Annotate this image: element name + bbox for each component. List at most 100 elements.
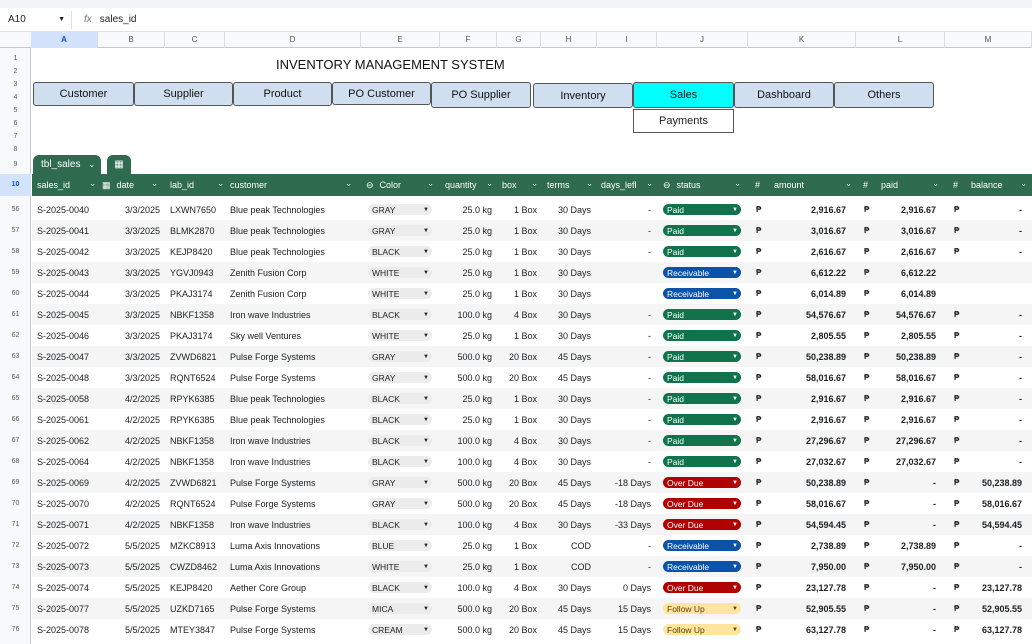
color-cell[interactable]: CREAM ▼ xyxy=(368,619,438,640)
status-cell[interactable]: Paid ▼ xyxy=(663,199,743,220)
customer-cell[interactable]: Luma Axis Innovations xyxy=(230,535,360,556)
paid-cell[interactable]: 6,612.22 xyxy=(880,262,936,283)
balance-cell[interactable]: 54,594.45 xyxy=(970,514,1022,535)
days-left-cell[interactable]: - xyxy=(600,556,651,577)
sales-id-cell[interactable]: S-2025-0042 xyxy=(37,241,100,262)
days-left-cell[interactable]: 15 Days xyxy=(600,619,651,640)
header-lab-id[interactable]: lab_id ⌄ xyxy=(170,174,228,196)
terms-cell[interactable]: 30 Days xyxy=(546,199,591,220)
status-cell[interactable]: Receivable ▼ xyxy=(663,283,743,304)
row-number[interactable]: 74 xyxy=(0,577,31,598)
box-cell[interactable]: 4 Box xyxy=(500,451,537,472)
amount-cell[interactable]: 6,014.89 xyxy=(774,283,846,304)
days-left-cell[interactable]: 15 Days xyxy=(600,598,651,619)
color-cell[interactable]: GRAY ▼ xyxy=(368,199,438,220)
customer-cell[interactable]: Pulse Forge Systems xyxy=(230,598,360,619)
days-left-cell[interactable]: - xyxy=(600,325,651,346)
quantity-cell[interactable]: 25.0 kg xyxy=(440,262,492,283)
amount-cell[interactable]: 2,916.67 xyxy=(774,388,846,409)
days-left-cell[interactable]: - xyxy=(600,241,651,262)
days-left-cell[interactable]: - xyxy=(600,199,651,220)
row-number[interactable]: 66 xyxy=(0,409,31,430)
box-cell[interactable]: 20 Box xyxy=(500,619,537,640)
box-cell[interactable]: 1 Box xyxy=(500,556,537,577)
terms-cell[interactable]: 45 Days xyxy=(546,472,591,493)
paid-cell[interactable]: - xyxy=(880,514,936,535)
paid-cell[interactable]: 2,616.67 xyxy=(880,241,936,262)
date-cell[interactable]: 4/2/2025 xyxy=(102,514,160,535)
customer-cell[interactable]: Blue peak Technologies xyxy=(230,220,360,241)
balance-cell[interactable]: - xyxy=(970,451,1022,472)
row-number[interactable]: 61 xyxy=(0,304,31,325)
customer-cell[interactable]: Blue peak Technologies xyxy=(230,409,360,430)
terms-cell[interactable]: 30 Days xyxy=(546,451,591,472)
sales-id-cell[interactable]: S-2025-0058 xyxy=(37,388,100,409)
date-cell[interactable]: 5/5/2025 xyxy=(102,619,160,640)
date-cell[interactable]: 3/3/2025 xyxy=(102,262,160,283)
header-color[interactable]: ⊖ Color ⌄ xyxy=(366,174,438,196)
amount-cell[interactable]: 27,032.67 xyxy=(774,451,846,472)
status-badge[interactable]: Receivable ▼ xyxy=(663,540,741,551)
color-cell[interactable]: BLACK ▼ xyxy=(368,304,438,325)
days-left-cell[interactable]: - xyxy=(600,388,651,409)
column-header-d[interactable]: D xyxy=(225,32,361,48)
customer-cell[interactable]: Iron wave Industries xyxy=(230,430,360,451)
paid-cell[interactable]: - xyxy=(880,619,936,640)
sales-id-cell[interactable]: S-2025-0072 xyxy=(37,535,100,556)
balance-cell[interactable]: 23,127.78 xyxy=(970,577,1022,598)
status-cell[interactable]: Over Due ▼ xyxy=(663,472,743,493)
row-number[interactable]: 1 xyxy=(0,52,31,65)
customer-cell[interactable]: Blue peak Technologies xyxy=(230,199,360,220)
column-header-m[interactable]: M xyxy=(945,32,1032,48)
lab-id-cell[interactable]: NBKF1358 xyxy=(170,430,228,451)
days-left-cell[interactable]: - xyxy=(600,367,651,388)
quantity-cell[interactable]: 100.0 kg xyxy=(440,304,492,325)
quantity-cell[interactable]: 500.0 kg xyxy=(440,346,492,367)
row-number[interactable]: 60 xyxy=(0,283,31,304)
paid-cell[interactable]: 6,014.89 xyxy=(880,283,936,304)
date-cell[interactable]: 4/2/2025 xyxy=(102,472,160,493)
row-number[interactable]: 56 xyxy=(0,199,31,220)
customer-cell[interactable]: Aether Core Group xyxy=(230,577,360,598)
nav-po-supplier-button[interactable]: PO Supplier xyxy=(431,82,531,108)
status-cell[interactable]: Paid ▼ xyxy=(663,304,743,325)
terms-cell[interactable]: 45 Days xyxy=(546,619,591,640)
sales-id-cell[interactable]: S-2025-0045 xyxy=(37,304,100,325)
header-sales-id[interactable]: sales_id ⌄ xyxy=(37,174,100,196)
customer-cell[interactable]: Iron wave Industries xyxy=(230,514,360,535)
days-left-cell[interactable]: - xyxy=(600,304,651,325)
amount-cell[interactable]: 50,238.89 xyxy=(774,346,846,367)
sales-id-cell[interactable]: S-2025-0077 xyxy=(37,598,100,619)
days-left-cell[interactable]: -33 Days xyxy=(600,514,651,535)
color-chip[interactable]: BLACK ▼ xyxy=(368,393,432,404)
status-cell[interactable]: Paid ▼ xyxy=(663,409,743,430)
status-cell[interactable]: Paid ▼ xyxy=(663,346,743,367)
sales-id-cell[interactable]: S-2025-0044 xyxy=(37,283,100,304)
row-number[interactable]: 65 xyxy=(0,388,31,409)
customer-cell[interactable]: Pulse Forge Systems xyxy=(230,367,360,388)
balance-cell[interactable]: 52,905.55 xyxy=(970,598,1022,619)
amount-cell[interactable]: 3,016.67 xyxy=(774,220,846,241)
lab-id-cell[interactable]: RQNT6524 xyxy=(170,367,228,388)
column-header-g[interactable]: G xyxy=(497,32,541,48)
status-cell[interactable]: Follow Up ▼ xyxy=(663,598,743,619)
date-cell[interactable]: 3/3/2025 xyxy=(102,346,160,367)
box-cell[interactable]: 1 Box xyxy=(500,388,537,409)
quantity-cell[interactable]: 500.0 kg xyxy=(440,367,492,388)
paid-cell[interactable]: 58,016.67 xyxy=(880,367,936,388)
amount-cell[interactable]: 2,916.67 xyxy=(774,199,846,220)
date-cell[interactable]: 4/2/2025 xyxy=(102,409,160,430)
sales-id-cell[interactable]: S-2025-0047 xyxy=(37,346,100,367)
status-cell[interactable]: Receivable ▼ xyxy=(663,535,743,556)
days-left-cell[interactable]: -18 Days xyxy=(600,493,651,514)
box-cell[interactable]: 1 Box xyxy=(500,283,537,304)
color-cell[interactable]: GRAY ▼ xyxy=(368,367,438,388)
box-cell[interactable]: 1 Box xyxy=(500,199,537,220)
date-cell[interactable]: 3/3/2025 xyxy=(102,304,160,325)
balance-cell[interactable]: - xyxy=(970,388,1022,409)
sales-id-cell[interactable]: S-2025-0078 xyxy=(37,619,100,640)
color-cell[interactable]: BLACK ▼ xyxy=(368,430,438,451)
quantity-cell[interactable]: 100.0 kg xyxy=(440,514,492,535)
paid-cell[interactable]: 2,916.67 xyxy=(880,199,936,220)
paid-cell[interactable]: 2,805.55 xyxy=(880,325,936,346)
